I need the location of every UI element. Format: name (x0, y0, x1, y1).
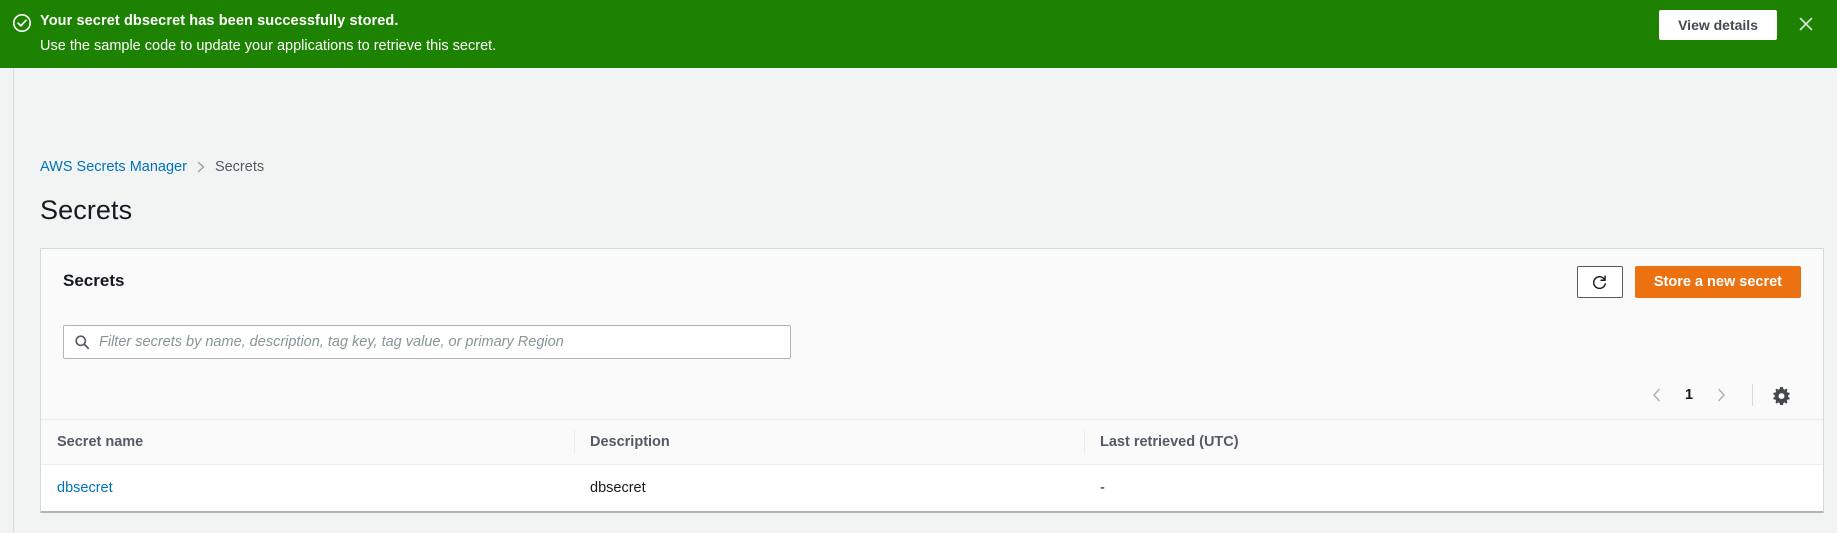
check-circle-icon (12, 13, 32, 33)
table-head: Secret name Description Last retrieved (… (41, 419, 1823, 465)
page-title: Secrets (40, 195, 133, 225)
pagination-divider (1752, 384, 1753, 406)
view-details-button[interactable]: View details (1659, 10, 1777, 40)
chevron-left-icon (1651, 388, 1663, 402)
table-header-row: Secret name Description Last retrieved (… (41, 419, 1823, 465)
card-title: Secrets (63, 271, 125, 290)
pagination-page-1[interactable]: 1 (1674, 380, 1704, 410)
refresh-icon (1591, 274, 1608, 291)
store-a-new-secret-button[interactable]: Store a new secret (1634, 266, 1801, 298)
card-header-actions: Store a new secret (1576, 266, 1801, 298)
cell-description: dbsecret (574, 464, 1084, 511)
pagination-row: 1 (41, 371, 1823, 419)
chevron-right-icon (196, 161, 206, 173)
column-header-secret-name[interactable]: Secret name (41, 419, 574, 465)
close-icon[interactable] (1793, 11, 1819, 37)
gear-icon (1772, 386, 1791, 405)
filter-row (41, 313, 1823, 371)
breadcrumb-item-root[interactable]: AWS Secrets Manager (40, 159, 187, 175)
breadcrumb: AWS Secrets Manager Secrets (40, 159, 264, 175)
column-header-description[interactable]: Description (574, 419, 1084, 465)
search-input[interactable] (90, 334, 790, 350)
secrets-table: Secret name Description Last retrieved (… (41, 419, 1823, 511)
breadcrumb-item-current: Secrets (214, 159, 265, 175)
pagination-prev-button[interactable] (1640, 378, 1674, 412)
chevron-right-icon (1715, 388, 1727, 402)
flash-actions: View details (1659, 10, 1819, 40)
search-box[interactable] (63, 325, 791, 359)
flash-title: Your secret dbsecret has been successful… (40, 13, 399, 29)
flash-subtitle: Use the sample code to update your appli… (40, 38, 497, 55)
table-body: dbsecret dbsecret - (41, 464, 1823, 511)
secret-name-link[interactable]: dbsecret (57, 480, 113, 496)
pagination-next-button[interactable] (1704, 378, 1738, 412)
cell-last-retrieved: - (1084, 464, 1823, 511)
column-header-last-retrieved[interactable]: Last retrieved (UTC) (1084, 419, 1823, 465)
left-rule-divider (13, 68, 14, 533)
success-flash-banner: Your secret dbsecret has been successful… (0, 0, 1837, 68)
card-header: Secrets Store a new secret (41, 249, 1823, 313)
table-row[interactable]: dbsecret dbsecret - (41, 464, 1823, 511)
page-body: AWS Secrets Manager Secrets Secrets Secr… (0, 68, 1837, 533)
search-icon (74, 334, 90, 350)
cell-secret-name: dbsecret (41, 464, 574, 511)
secrets-card: Secrets Store a new secret Filter secret… (40, 248, 1824, 513)
table-preferences-button[interactable] (1765, 379, 1797, 411)
refresh-button[interactable] (1576, 266, 1623, 298)
